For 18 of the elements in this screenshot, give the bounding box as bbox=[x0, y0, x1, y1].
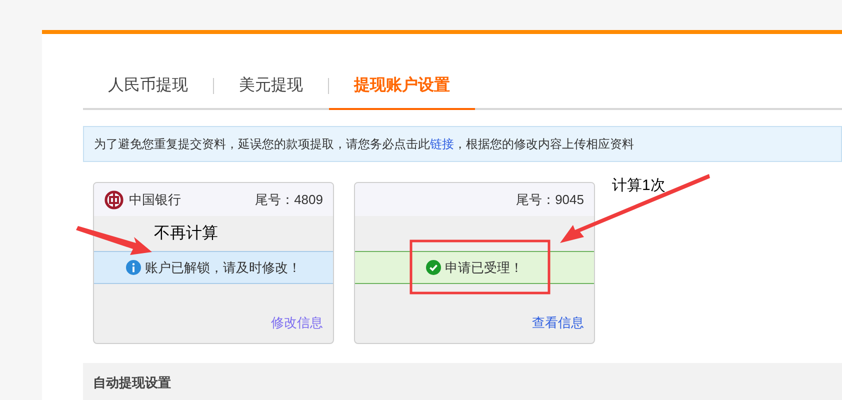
link[interactable]: 链接 bbox=[430, 137, 454, 151]
section-title: 自动提现设置 bbox=[93, 374, 171, 392]
tab[interactable]: 提现账户设置 bbox=[329, 74, 475, 110]
annotation-text: 不再计算 bbox=[154, 224, 218, 244]
status-banner: 账户已解锁，请及时修改！ bbox=[94, 251, 333, 284]
bank-logo-icon bbox=[104, 190, 124, 210]
card-tail-number: 尾号：4809 bbox=[255, 190, 323, 209]
info-icon bbox=[126, 260, 141, 275]
card-tail-number: 尾号：9045 bbox=[516, 190, 584, 209]
tab[interactable]: 人民币提现 bbox=[83, 74, 213, 108]
card-link[interactable]: 修改信息 bbox=[271, 312, 323, 332]
bank-name: 中国银行 bbox=[129, 190, 181, 209]
status-banner: 申请已受理！ bbox=[355, 251, 594, 284]
card-link[interactable]: 查看信息 bbox=[532, 312, 584, 332]
annotation-text: 计算1次 bbox=[612, 176, 666, 196]
check-icon bbox=[426, 260, 441, 275]
tab[interactable]: 美元提现 bbox=[214, 74, 328, 108]
notice-text: 为了避免您重复提交资料，延误您的款项提取，请您务必点击此链接，根据您的修改内容上传相应资料 bbox=[94, 136, 634, 153]
